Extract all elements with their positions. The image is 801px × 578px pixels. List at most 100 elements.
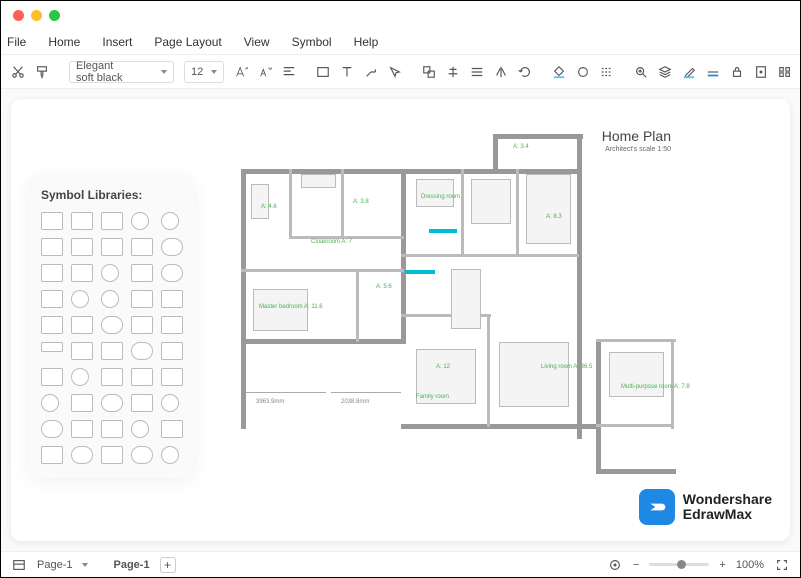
floorplan-drawing[interactable]: Home Plan Architect's scale 1:50: [241, 114, 701, 494]
menu-help[interactable]: Help: [354, 35, 379, 49]
symbol-item[interactable]: [71, 238, 93, 256]
symbol-item[interactable]: [161, 368, 183, 386]
symbol-item[interactable]: [41, 394, 59, 412]
shape-style-icon[interactable]: [576, 64, 590, 80]
zoom-in-button[interactable]: +: [719, 559, 725, 571]
symbol-item[interactable]: [131, 316, 153, 334]
menu-symbol[interactable]: Symbol: [292, 35, 332, 49]
symbol-item[interactable]: [101, 238, 123, 256]
menu-home[interactable]: Home: [48, 35, 80, 49]
align-objects-icon[interactable]: [446, 64, 460, 80]
line-style-icon[interactable]: [600, 64, 614, 80]
format-painter-icon[interactable]: [35, 64, 49, 80]
page-list-icon[interactable]: [11, 557, 27, 573]
symbol-item[interactable]: [161, 446, 179, 464]
drawing-canvas[interactable]: Symbol Libraries: Home Plan Architect's …: [11, 99, 790, 541]
symbol-item[interactable]: [41, 316, 63, 334]
plan-title: Home Plan: [602, 128, 671, 144]
menu-view[interactable]: View: [244, 35, 270, 49]
distribute-icon[interactable]: [470, 64, 484, 80]
symbol-item[interactable]: [41, 446, 63, 464]
symbol-item[interactable]: [41, 420, 63, 438]
rotate-icon[interactable]: [518, 64, 532, 80]
symbol-item[interactable]: [41, 238, 63, 256]
symbol-item[interactable]: [41, 342, 63, 352]
symbol-item[interactable]: [131, 394, 153, 412]
symbol-item[interactable]: [71, 264, 93, 282]
symbol-item[interactable]: [131, 446, 153, 464]
symbol-item[interactable]: [71, 212, 93, 230]
group-icon[interactable]: [422, 64, 436, 80]
maximize-window-icon[interactable]: [49, 10, 60, 21]
font-size-select[interactable]: 12: [184, 61, 224, 83]
decrease-font-icon[interactable]: [258, 64, 272, 80]
more-icon[interactable]: [778, 64, 792, 80]
flip-icon[interactable]: [494, 64, 508, 80]
symbol-item[interactable]: [161, 420, 183, 438]
layers-icon[interactable]: [658, 64, 672, 80]
symbol-item[interactable]: [71, 342, 93, 360]
symbol-item[interactable]: [131, 342, 153, 360]
symbol-item[interactable]: [101, 342, 123, 360]
symbol-item[interactable]: [131, 238, 153, 256]
fullscreen-icon[interactable]: [774, 557, 790, 573]
symbol-item[interactable]: [131, 420, 149, 438]
symbol-item[interactable]: [101, 446, 123, 464]
zoom-out-button[interactable]: −: [633, 559, 639, 571]
symbol-item[interactable]: [161, 316, 183, 334]
brand-line2: EdrawMax: [683, 507, 772, 522]
symbol-item[interactable]: [41, 264, 63, 282]
fill-color-icon[interactable]: [552, 64, 566, 80]
symbol-item[interactable]: [71, 290, 89, 308]
symbol-item[interactable]: [71, 368, 89, 386]
symbol-item[interactable]: [101, 420, 123, 438]
symbol-item[interactable]: [101, 212, 123, 230]
pointer-tool-icon[interactable]: [388, 64, 402, 80]
page-tab[interactable]: Page-1: [37, 559, 72, 571]
close-window-icon[interactable]: [13, 10, 24, 21]
symbol-item[interactable]: [161, 238, 183, 256]
symbol-item[interactable]: [71, 394, 93, 412]
symbol-item[interactable]: [131, 290, 153, 308]
increase-font-icon[interactable]: [234, 64, 248, 80]
symbol-item[interactable]: [101, 264, 119, 282]
menu-file[interactable]: File: [7, 35, 26, 49]
zoom-slider[interactable]: [649, 563, 709, 566]
symbol-item[interactable]: [71, 316, 93, 334]
text-tool-icon[interactable]: [340, 64, 354, 80]
symbol-item[interactable]: [101, 368, 123, 386]
active-page-label[interactable]: Page-1: [113, 559, 149, 571]
symbol-item[interactable]: [131, 368, 153, 386]
symbol-item[interactable]: [161, 264, 183, 282]
align-icon[interactable]: [282, 64, 296, 80]
symbol-item[interactable]: [41, 212, 63, 230]
symbol-item[interactable]: [101, 290, 119, 308]
minimize-window-icon[interactable]: [31, 10, 42, 21]
add-page-button[interactable]: +: [160, 557, 176, 573]
symbol-item[interactable]: [161, 290, 183, 308]
symbol-item[interactable]: [41, 290, 63, 308]
font-family-select[interactable]: Elegant soft black: [69, 61, 174, 83]
symbol-item[interactable]: [71, 420, 93, 438]
symbol-item[interactable]: [101, 316, 123, 334]
symbol-item[interactable]: [41, 368, 63, 386]
room-label: Master bedroom A: 11.6: [259, 304, 323, 310]
page-setup-icon[interactable]: [754, 64, 768, 80]
line-color-icon[interactable]: [706, 64, 720, 80]
symbol-item[interactable]: [161, 342, 183, 360]
zoom-in-icon[interactable]: [634, 64, 648, 80]
symbol-item[interactable]: [131, 212, 149, 230]
symbol-item[interactable]: [161, 394, 179, 412]
menu-insert[interactable]: Insert: [102, 35, 132, 49]
symbol-item[interactable]: [101, 394, 123, 412]
symbol-item[interactable]: [161, 212, 179, 230]
lock-icon[interactable]: [730, 64, 744, 80]
menu-page-layout[interactable]: Page Layout: [154, 35, 221, 49]
rectangle-tool-icon[interactable]: [316, 64, 330, 80]
symbol-item[interactable]: [131, 264, 153, 282]
highlight-icon[interactable]: [682, 64, 696, 80]
connector-tool-icon[interactable]: [364, 64, 378, 80]
symbol-item[interactable]: [71, 446, 93, 464]
fit-view-icon[interactable]: [607, 557, 623, 573]
cut-icon[interactable]: [11, 64, 25, 80]
